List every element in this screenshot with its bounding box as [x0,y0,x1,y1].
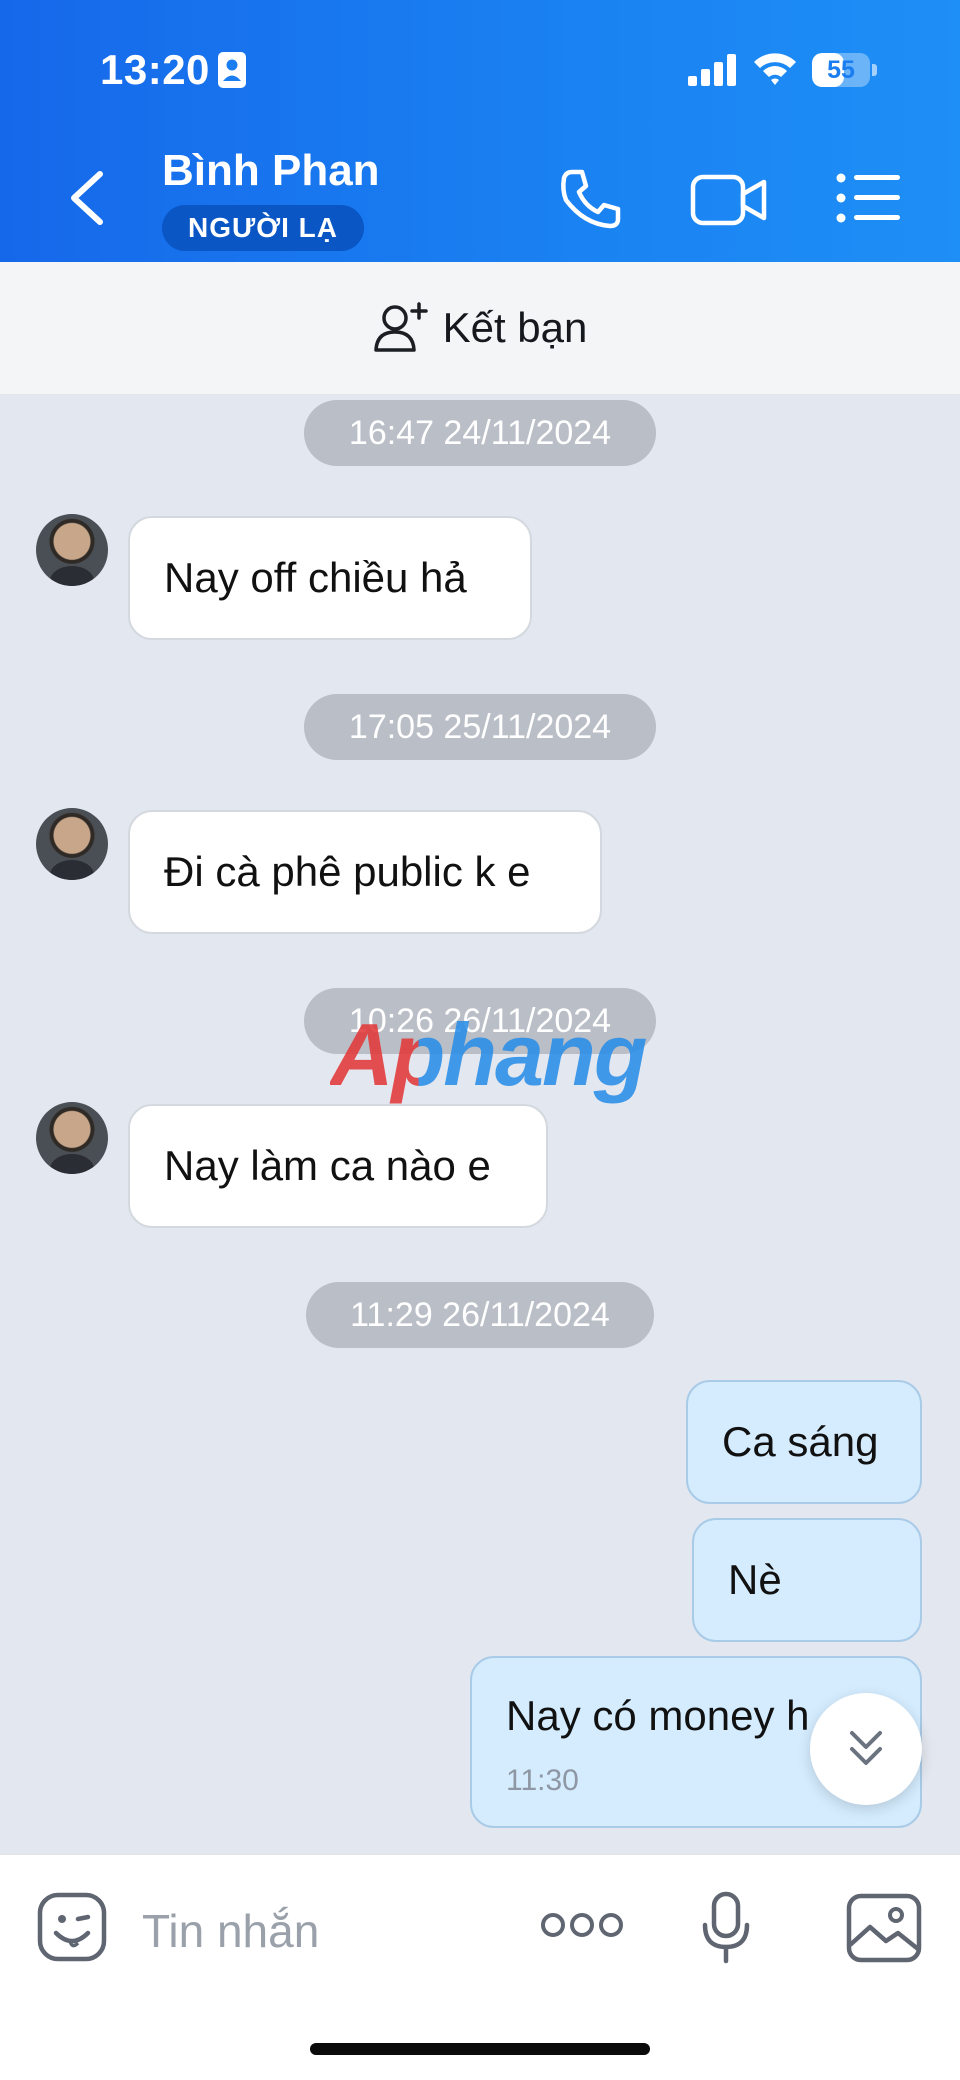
back-button[interactable] [62,168,112,228]
avatar[interactable] [36,808,108,880]
stranger-badge: NGƯỜI LẠ [162,205,364,251]
image-gallery-button[interactable] [846,1893,922,1963]
message-text: Nay có money h [506,1692,810,1739]
outgoing-message[interactable]: Ca sáng [686,1380,922,1504]
status-time: 13:20 [100,46,210,93]
watermark-logo: Aphang [330,1005,648,1104]
microphone-button[interactable] [700,1891,752,1965]
timestamp: 11:29 26/11/2024 [306,1282,654,1348]
avatar[interactable] [36,1102,108,1174]
status-bar: 13:20 55 [0,0,960,130]
add-friend-label: Kết bạn [442,304,588,351]
sticker-button[interactable] [36,1891,108,1963]
incoming-message[interactable]: Nay off chiều hả [128,516,532,640]
avatar[interactable] [36,514,108,586]
timestamp: 17:05 25/11/2024 [304,694,656,760]
contact-name[interactable]: Bình Phan [162,146,380,196]
signal-icon [688,54,736,86]
chat-header: 13:20 55 Bình Phan NGƯỜI LẠ [0,0,960,262]
timestamp: 16:47 24/11/2024 [304,400,656,466]
message-list[interactable]: 16:47 24/11/2024 Nay off chiều hả 17:05 … [0,394,960,1854]
outgoing-message[interactable]: Nè [692,1518,922,1642]
scroll-to-bottom-button[interactable] [810,1693,922,1805]
message-composer [0,1854,960,2080]
add-friend-bar[interactable]: Kết bạn [0,262,960,394]
add-friend-icon [373,302,428,352]
incoming-message[interactable]: Đi cà phê public k e [128,810,602,934]
more-options-button[interactable] [540,1911,624,1939]
menu-list-button[interactable] [836,172,902,224]
double-chevron-down-icon [850,1731,882,1765]
incoming-message[interactable]: Nay làm ca nào e [128,1104,548,1228]
wifi-icon [754,53,796,85]
battery-level: 55 [827,56,855,84]
phone-call-button[interactable] [558,166,624,232]
contact-card-icon [218,52,246,88]
battery-indicator: 55 [812,53,877,87]
video-call-button[interactable] [690,172,768,228]
home-indicator [310,2043,650,2055]
message-input[interactable] [140,1895,504,1967]
